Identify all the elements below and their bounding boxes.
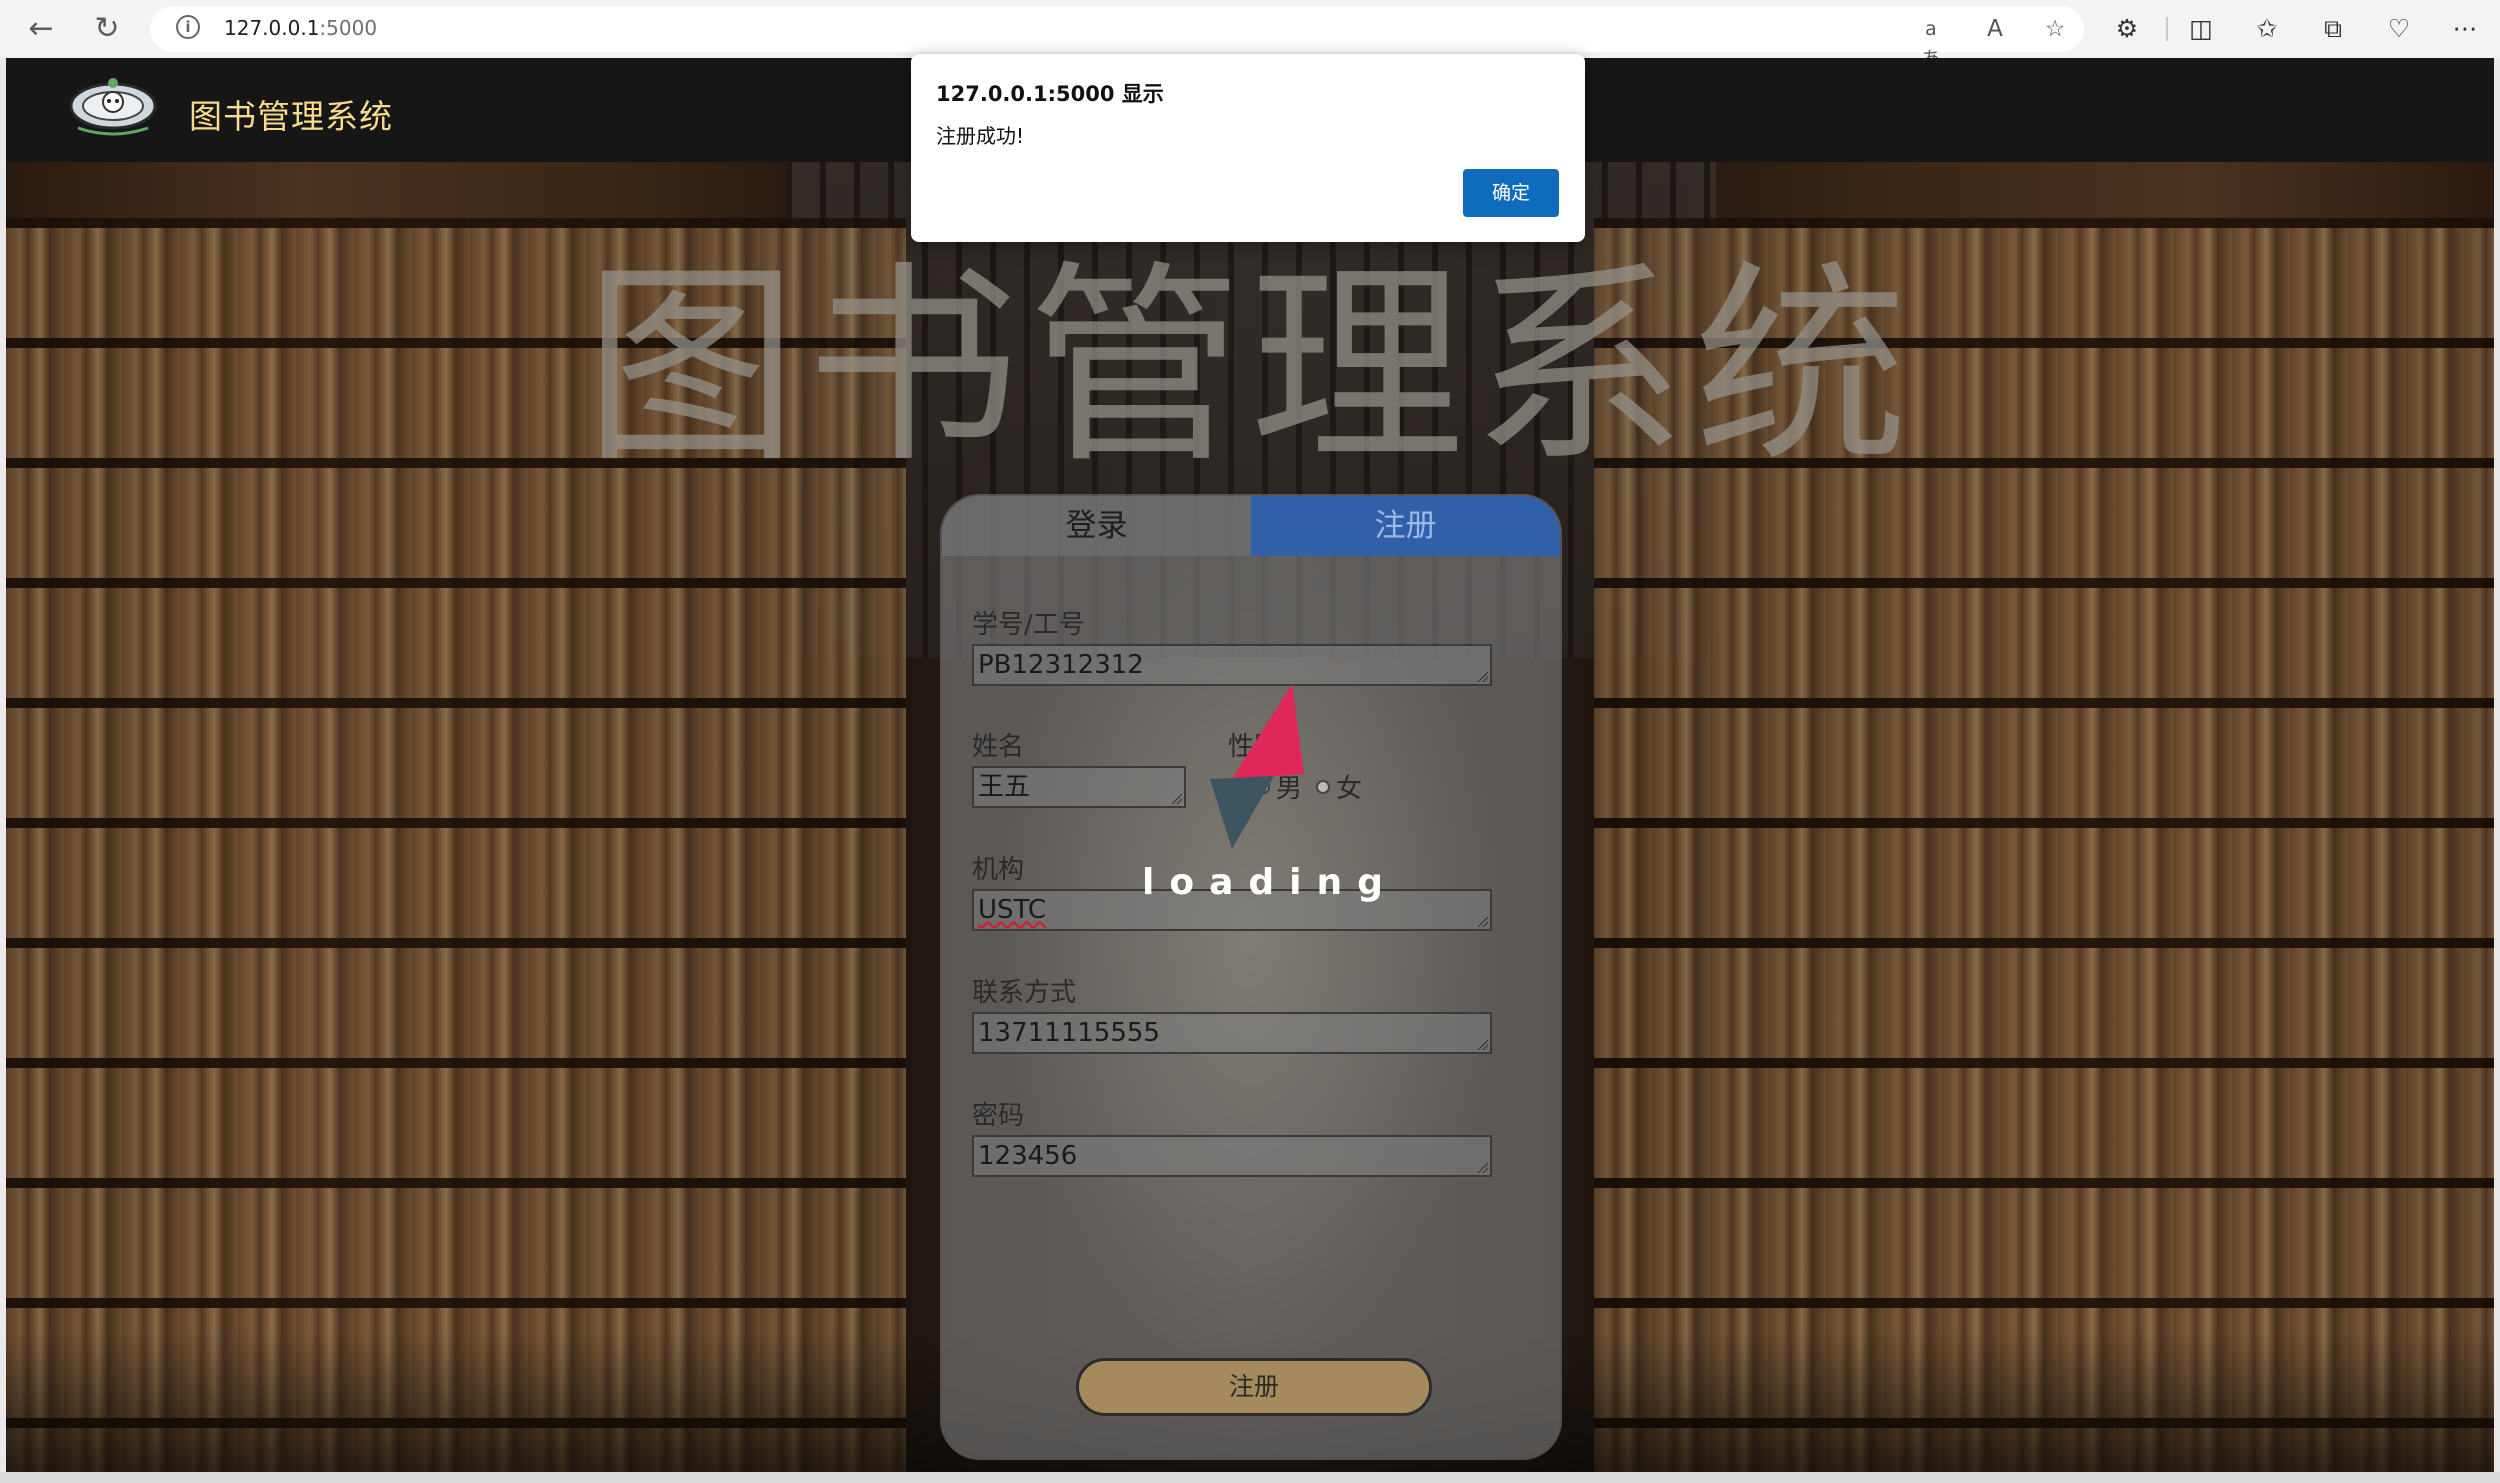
- org-label: 机构: [972, 855, 1025, 885]
- site-name: 图书管理系统: [189, 97, 393, 136]
- password-input[interactable]: 123456: [972, 1135, 1492, 1177]
- toolbar-divider: [2166, 17, 2168, 41]
- window-bottom-edge: [0, 1472, 2500, 1483]
- split-screen-icon[interactable]: ◫: [2184, 12, 2218, 46]
- dialog-ok-button[interactable]: 确定: [1463, 169, 1559, 217]
- performance-icon[interactable]: ♡: [2382, 12, 2416, 46]
- dialog-title: 127.0.0.1:5000 显示: [936, 82, 1164, 106]
- url-text[interactable]: 127.0.0.1:5000: [224, 16, 377, 40]
- id-input[interactable]: PB12312312: [972, 644, 1492, 686]
- back-icon[interactable]: ←: [24, 12, 58, 46]
- more-icon[interactable]: ⋯: [2448, 12, 2482, 46]
- logo-icon: [69, 78, 157, 136]
- auth-card: 登录 注册 学号/工号 PB12312312 姓名 王五 性别 男 女 机构 U…: [940, 494, 1562, 1460]
- extensions-icon[interactable]: ⚙: [2110, 12, 2144, 46]
- dialog-message: 注册成功!: [936, 124, 1025, 148]
- tab-register[interactable]: 注册: [1251, 496, 1560, 556]
- translate-icon[interactable]: aあ: [1916, 14, 1946, 70]
- resize-grip-icon[interactable]: [1478, 1163, 1488, 1173]
- loading-text: loading: [1142, 862, 1398, 903]
- favorites-icon[interactable]: ✩: [2250, 12, 2284, 46]
- browser-toolbar: ← ↻ i 127.0.0.1:5000 aあ A ☆ ⚙ ◫ ✩ ⧉ ♡ ⋯: [0, 0, 2500, 70]
- resize-grip-icon[interactable]: [1478, 917, 1488, 927]
- name-label: 姓名: [972, 732, 1025, 762]
- register-submit-button[interactable]: 注册: [1076, 1358, 1432, 1416]
- favorite-star-icon[interactable]: ☆: [2040, 14, 2070, 44]
- read-aloud-icon[interactable]: A: [1980, 14, 2010, 44]
- alert-dialog: 127.0.0.1:5000 显示 注册成功! 确定: [911, 54, 1585, 242]
- resize-grip-icon[interactable]: [1478, 672, 1488, 682]
- page-viewport: 图书管理系统 图书管理系统 登录 注册 学号/工号 PB12312312 姓名 …: [6, 58, 2494, 1472]
- name-input[interactable]: 王五: [972, 766, 1186, 808]
- name-input-value: 王五: [978, 772, 1031, 802]
- hero-title: 图书管理系统: [584, 243, 1916, 492]
- info-icon[interactable]: i: [176, 15, 200, 39]
- loading-spinner-icon: [1210, 684, 1304, 849]
- resize-grip-icon[interactable]: [1172, 794, 1182, 804]
- password-input-value: 123456: [978, 1141, 1078, 1171]
- address-bar[interactable]: i 127.0.0.1:5000 aあ A ☆: [150, 6, 2084, 70]
- phone-label: 联系方式: [972, 978, 1077, 1008]
- phone-input-value: 13711115555: [978, 1018, 1160, 1048]
- collections-icon[interactable]: ⧉: [2316, 12, 2350, 46]
- org-input-value: USTC: [978, 895, 1047, 925]
- tab-login[interactable]: 登录: [942, 496, 1251, 556]
- id-input-value: PB12312312: [978, 650, 1144, 680]
- refresh-icon[interactable]: ↻: [90, 12, 124, 46]
- id-label: 学号/工号: [972, 610, 1085, 640]
- password-label: 密码: [972, 1101, 1025, 1131]
- resize-grip-icon[interactable]: [1478, 1040, 1488, 1050]
- phone-input[interactable]: 13711115555: [972, 1012, 1492, 1054]
